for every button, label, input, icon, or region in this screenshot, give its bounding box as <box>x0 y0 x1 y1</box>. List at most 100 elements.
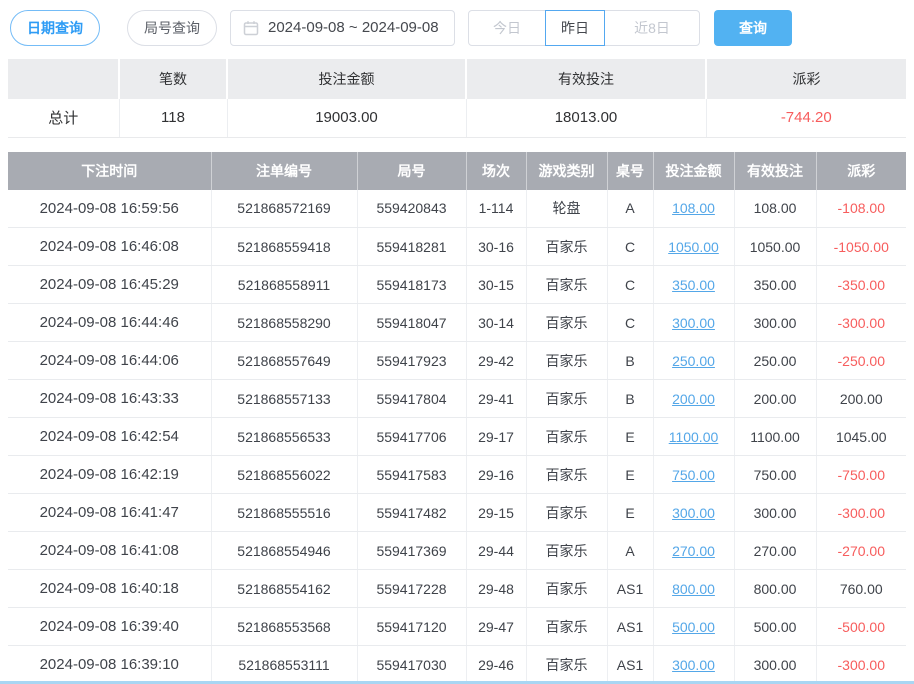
cell-bet-amount: 300.00 <box>653 646 734 684</box>
cell-game-type: 百家乐 <box>526 228 607 266</box>
calendar-icon <box>243 20 259 36</box>
cell-bet-id: 521868559418 <box>211 228 357 266</box>
cell-table-id: AS1 <box>607 570 653 608</box>
summary-total-count: 118 <box>119 99 227 137</box>
cell-bet-id: 521868554162 <box>211 570 357 608</box>
cell-round-id: 559417706 <box>357 418 466 456</box>
cell-bet-amount: 800.00 <box>653 570 734 608</box>
search-button[interactable]: 查询 <box>714 10 792 46</box>
summary-header-blank <box>8 59 119 99</box>
cell-bet-time: 2024-09-08 16:59:56 <box>8 190 211 228</box>
bet-amount-link[interactable]: 250.00 <box>672 353 715 369</box>
bet-amount-link[interactable]: 300.00 <box>672 315 715 331</box>
table-row: 2024-09-08 16:42:19521868556022559417583… <box>8 456 906 494</box>
cell-valid-bet: 1050.00 <box>734 228 816 266</box>
cell-game-type: 百家乐 <box>526 608 607 646</box>
cell-bet-time: 2024-09-08 16:44:46 <box>8 304 211 342</box>
cell-valid-bet: 108.00 <box>734 190 816 228</box>
cell-bet-amount: 1050.00 <box>653 228 734 266</box>
summary-header-count: 笔数 <box>119 59 227 99</box>
col-header-session: 场次 <box>466 152 526 190</box>
summary-table: 笔数 投注金额 有效投注 派彩 总计 118 19003.00 18013.00… <box>8 59 906 138</box>
cell-payout: -500.00 <box>816 608 906 646</box>
col-header-bet-amount: 投注金额 <box>653 152 734 190</box>
cell-payout: -270.00 <box>816 532 906 570</box>
table-row: 2024-09-08 16:42:54521868556533559417706… <box>8 418 906 456</box>
cell-session: 29-41 <box>466 380 526 418</box>
bet-amount-link[interactable]: 750.00 <box>672 467 715 483</box>
cell-bet-id: 521868558911 <box>211 266 357 304</box>
cell-game-type: 百家乐 <box>526 646 607 684</box>
bet-amount-link[interactable]: 800.00 <box>672 581 715 597</box>
bet-amount-link[interactable]: 350.00 <box>672 277 715 293</box>
date-query-button[interactable]: 日期查询 <box>10 10 100 46</box>
filter-last8days-button[interactable]: 近8日 <box>604 10 700 46</box>
col-header-game-type: 游戏类别 <box>526 152 607 190</box>
bet-amount-link[interactable]: 300.00 <box>672 505 715 521</box>
bet-amount-link[interactable]: 270.00 <box>672 543 715 559</box>
cell-table-id: C <box>607 304 653 342</box>
cell-bet-id: 521868557133 <box>211 380 357 418</box>
col-header-valid-bet: 有效投注 <box>734 152 816 190</box>
table-row: 2024-09-08 16:41:47521868555516559417482… <box>8 494 906 532</box>
cell-bet-amount: 350.00 <box>653 266 734 304</box>
cell-bet-id: 521868553111 <box>211 646 357 684</box>
col-header-round-id: 局号 <box>357 152 466 190</box>
cell-valid-bet: 800.00 <box>734 570 816 608</box>
bet-table-body: 2024-09-08 16:59:56521868572169559420843… <box>8 190 906 684</box>
bet-amount-link[interactable]: 500.00 <box>672 619 715 635</box>
cell-bet-time: 2024-09-08 16:45:29 <box>8 266 211 304</box>
date-range-value: 2024-09-08 ~ 2024-09-08 <box>268 19 439 36</box>
table-row: 2024-09-08 16:59:56521868572169559420843… <box>8 190 906 228</box>
cell-valid-bet: 200.00 <box>734 380 816 418</box>
cell-round-id: 559417120 <box>357 608 466 646</box>
cell-game-type: 百家乐 <box>526 266 607 304</box>
cell-round-id: 559417583 <box>357 456 466 494</box>
cell-session: 29-17 <box>466 418 526 456</box>
filter-today-button[interactable]: 今日 <box>468 10 546 46</box>
summary-header-bet-amount: 投注金额 <box>227 59 466 99</box>
cell-bet-time: 2024-09-08 16:42:54 <box>8 418 211 456</box>
table-row: 2024-09-08 16:46:08521868559418559418281… <box>8 228 906 266</box>
cell-round-id: 559417923 <box>357 342 466 380</box>
cell-bet-id: 521868553568 <box>211 608 357 646</box>
cell-game-type: 百家乐 <box>526 304 607 342</box>
cell-table-id: AS1 <box>607 608 653 646</box>
cell-session: 1-114 <box>466 190 526 228</box>
cell-session: 29-15 <box>466 494 526 532</box>
cell-round-id: 559417030 <box>357 646 466 684</box>
cell-bet-time: 2024-09-08 16:41:08 <box>8 532 211 570</box>
cell-game-type: 百家乐 <box>526 380 607 418</box>
cell-payout: -1050.00 <box>816 228 906 266</box>
cell-bet-amount: 300.00 <box>653 304 734 342</box>
cell-session: 29-48 <box>466 570 526 608</box>
summary-header-valid-bet: 有效投注 <box>466 59 706 99</box>
date-range-input[interactable]: 2024-09-08 ~ 2024-09-08 <box>230 10 455 46</box>
cell-valid-bet: 270.00 <box>734 532 816 570</box>
cell-payout: 1045.00 <box>816 418 906 456</box>
cell-bet-time: 2024-09-08 16:41:47 <box>8 494 211 532</box>
filter-yesterday-button[interactable]: 昨日 <box>545 10 605 46</box>
cell-game-type: 百家乐 <box>526 494 607 532</box>
round-query-button[interactable]: 局号查询 <box>127 10 217 46</box>
bet-amount-link[interactable]: 200.00 <box>672 391 715 407</box>
cell-game-type: 百家乐 <box>526 342 607 380</box>
cell-payout: -108.00 <box>816 190 906 228</box>
cell-bet-amount: 108.00 <box>653 190 734 228</box>
bet-amount-link[interactable]: 1050.00 <box>668 239 719 255</box>
cell-round-id: 559417482 <box>357 494 466 532</box>
cell-round-id: 559418047 <box>357 304 466 342</box>
bet-amount-link[interactable]: 108.00 <box>672 200 715 216</box>
bet-amount-link[interactable]: 1100.00 <box>669 429 719 445</box>
cell-table-id: C <box>607 228 653 266</box>
cell-table-id: A <box>607 532 653 570</box>
cell-round-id: 559417369 <box>357 532 466 570</box>
cell-valid-bet: 500.00 <box>734 608 816 646</box>
cell-payout: 200.00 <box>816 380 906 418</box>
cell-bet-amount: 750.00 <box>653 456 734 494</box>
bet-amount-link[interactable]: 300.00 <box>672 657 715 673</box>
cell-valid-bet: 300.00 <box>734 494 816 532</box>
cell-session: 30-15 <box>466 266 526 304</box>
cell-payout: -350.00 <box>816 266 906 304</box>
cell-bet-time: 2024-09-08 16:39:40 <box>8 608 211 646</box>
